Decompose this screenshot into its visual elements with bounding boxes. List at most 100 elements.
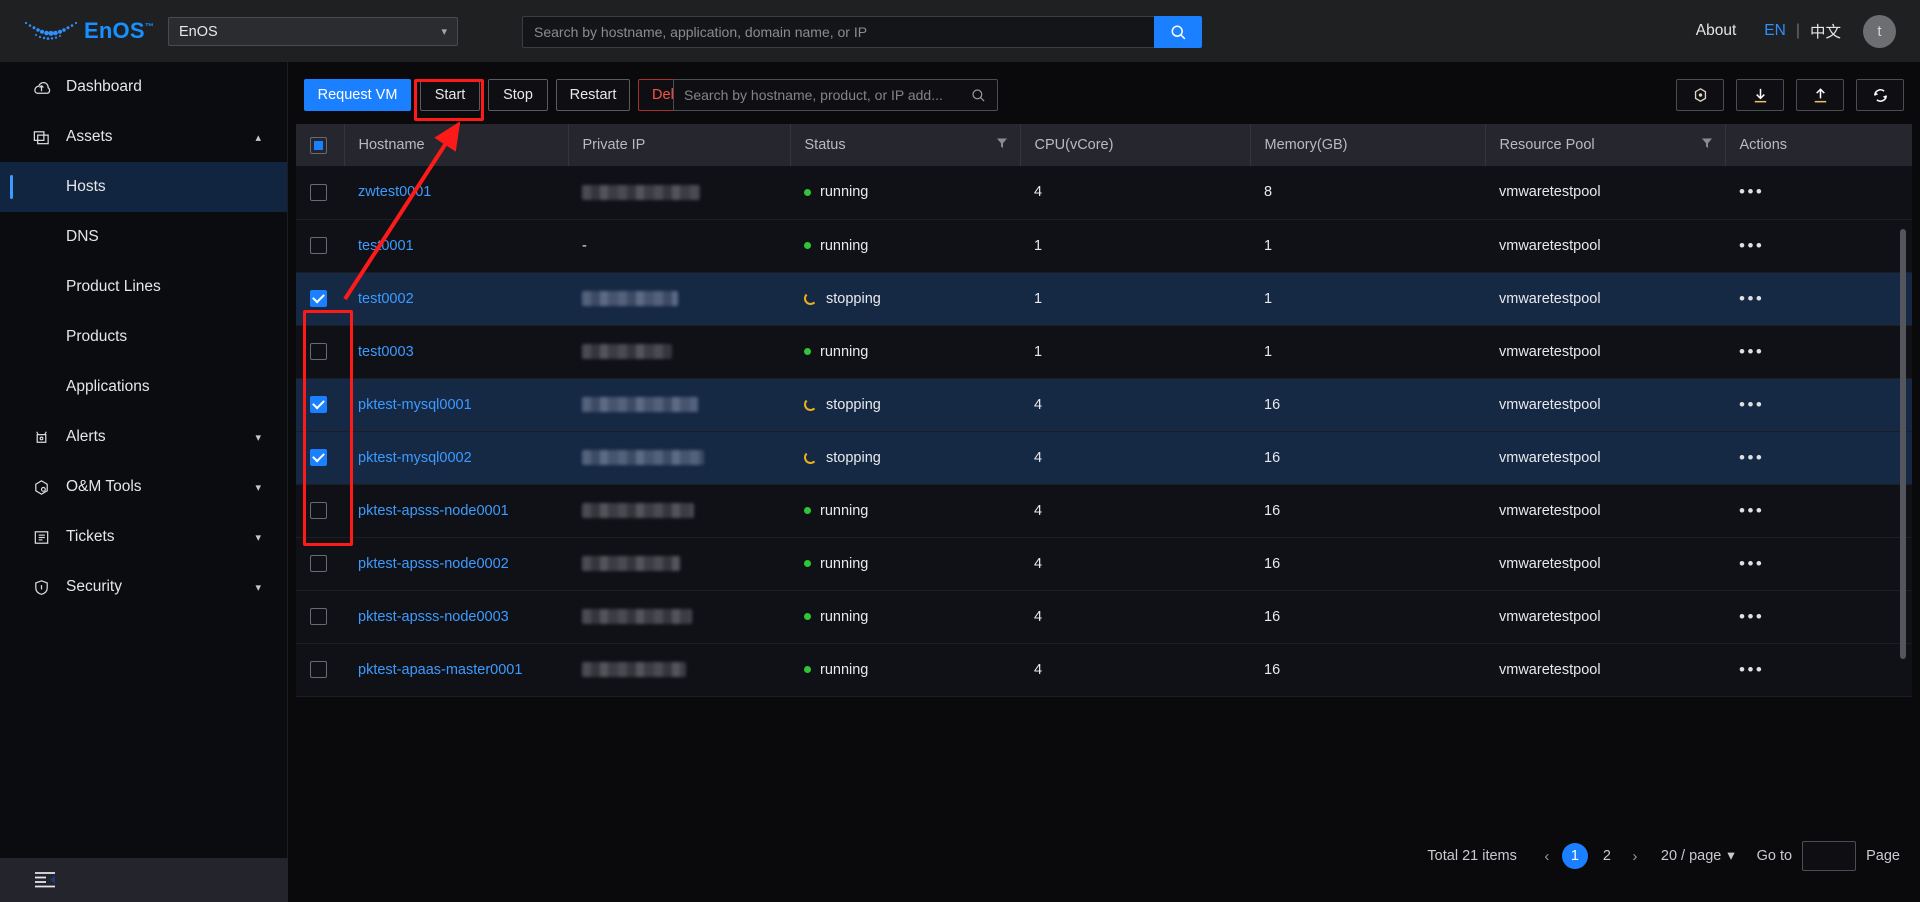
sidebar-item-products[interactable]: Products — [0, 312, 287, 362]
column-header-cpu[interactable]: CPU(vCore) — [1020, 124, 1251, 166]
hostname-link[interactable]: pktest-apaas-master0001 — [358, 662, 522, 678]
row-checkbox[interactable] — [310, 290, 327, 307]
table-row[interactable]: pktest-apaas-master0001 running 4 16 vmwaret… — [296, 643, 1912, 697]
cell-status: running — [790, 590, 1020, 644]
cell-memory-value: 16 — [1264, 396, 1281, 413]
status-badge: stopping — [804, 397, 1006, 413]
row-checkbox[interactable] — [310, 449, 327, 466]
refresh-button[interactable] — [1856, 79, 1904, 111]
row-actions-menu-button[interactable]: ••• — [1739, 660, 1764, 679]
column-header-memory[interactable]: Memory(GB) — [1250, 124, 1486, 166]
start-button[interactable]: Start — [420, 79, 480, 111]
hostname-link[interactable]: pktest-apsss-node0001 — [358, 503, 509, 519]
stop-button[interactable]: Stop — [488, 79, 548, 111]
row-actions-menu-button[interactable]: ••• — [1739, 236, 1764, 255]
row-actions-menu-button[interactable]: ••• — [1739, 607, 1764, 626]
cell-resource-pool: vmwaretestpool — [1485, 272, 1725, 326]
table-search-input[interactable] — [674, 87, 971, 103]
column-header-resource-pool[interactable]: Resource Pool — [1485, 124, 1726, 166]
table-row[interactable]: pktest-apsss-node0003 running 4 16 vmwaretes… — [296, 590, 1912, 644]
row-actions-menu-button[interactable]: ••• — [1739, 501, 1764, 520]
sidebar-item-alerts[interactable]: Alerts ▾ — [0, 412, 287, 462]
row-checkbox[interactable] — [310, 661, 327, 678]
sidebar-item-label: Dashboard — [66, 78, 142, 95]
request-vm-button[interactable]: Request VM — [304, 79, 411, 111]
row-actions-menu-button[interactable]: ••• — [1739, 395, 1764, 414]
table-row[interactable]: zwtest0001 running 4 8 vmwaretestpool ••• — [296, 166, 1912, 220]
prev-page-button[interactable]: ‹ — [1535, 848, 1559, 865]
status-running-icon — [804, 242, 811, 249]
column-header-private-ip[interactable]: Private IP — [568, 124, 791, 166]
row-actions-menu-button[interactable]: ••• — [1739, 448, 1764, 467]
row-actions-menu-button[interactable]: ••• — [1739, 182, 1764, 201]
lang-zh-button[interactable]: 中文 — [1810, 20, 1841, 42]
upload-button[interactable] — [1796, 79, 1844, 111]
cell-private-ip — [568, 537, 790, 591]
cell-resource-pool-value: vmwaretestpool — [1499, 237, 1601, 254]
sidebar-item-dashboard[interactable]: Dashboard — [0, 62, 287, 112]
goto-page-input[interactable] — [1802, 841, 1857, 871]
avatar[interactable]: t — [1863, 14, 1896, 48]
hostname-link[interactable]: test0002 — [358, 291, 414, 307]
sidebar-item-dns[interactable]: DNS — [0, 212, 287, 262]
brand-trademark: ™ — [144, 21, 154, 32]
cell-hostname: test0002 — [344, 272, 568, 326]
hostname-link[interactable]: pktest-mysql0002 — [358, 450, 472, 466]
search-icon[interactable] — [971, 88, 997, 103]
lang-en-button[interactable]: EN — [1764, 22, 1786, 40]
tenant-select[interactable]: EnOS ▾ — [168, 17, 458, 46]
row-checkbox[interactable] — [310, 183, 327, 201]
row-checkbox[interactable] — [310, 343, 327, 360]
page-size-select[interactable]: 20 / page ▾ — [1661, 848, 1735, 864]
hostname-link[interactable]: pktest-mysql0001 — [358, 397, 472, 413]
row-checkbox[interactable] — [310, 502, 327, 519]
global-search-input[interactable] — [522, 16, 1154, 48]
table-row[interactable]: pktest-apsss-node0002 running 4 16 vmwaretes… — [296, 537, 1912, 591]
sidebar-item-security[interactable]: Security ▾ — [0, 562, 287, 612]
sidebar-item-applications[interactable]: Applications — [0, 362, 287, 412]
hostname-link[interactable]: test0003 — [358, 344, 414, 360]
page-button-1[interactable]: 1 — [1561, 843, 1588, 869]
table-row[interactable]: pktest-apsss-node0001 running 4 16 vmwaretes… — [296, 484, 1912, 538]
sidebar-item-om-tools[interactable]: O&M Tools ▾ — [0, 462, 287, 512]
brand-logo[interactable]: EnOS™ — [22, 18, 172, 44]
table-row[interactable]: test0003 running 1 1 vmwaretestpool ••• — [296, 325, 1912, 379]
download-button[interactable] — [1736, 79, 1784, 111]
next-page-button[interactable]: › — [1623, 848, 1647, 865]
sidebar-collapse-button[interactable] — [0, 858, 288, 902]
row-actions-menu-button[interactable]: ••• — [1739, 289, 1764, 308]
sidebar-item-hosts[interactable]: Hosts — [0, 162, 287, 212]
select-all-checkbox[interactable] — [310, 136, 327, 154]
row-actions-menu-button[interactable]: ••• — [1739, 342, 1764, 361]
page-button-2[interactable]: 2 — [1594, 843, 1620, 869]
table-row[interactable]: test0001 - running 1 1 vmwaretestpool ••• — [296, 219, 1912, 273]
row-checkbox[interactable] — [310, 608, 327, 625]
cell-actions: ••• — [1725, 590, 1912, 644]
hostname-link[interactable]: zwtest0001 — [358, 184, 431, 200]
hostname-link[interactable]: pktest-apsss-node0002 — [358, 556, 509, 572]
global-search-button[interactable] — [1154, 16, 1202, 48]
table-row[interactable]: pktest-mysql0002 stopping 4 16 vmwaretestpoo… — [296, 431, 1912, 485]
row-checkbox[interactable] — [310, 396, 327, 413]
column-header-hostname[interactable]: Hostname — [344, 124, 569, 166]
restart-button[interactable]: Restart — [556, 79, 630, 111]
row-actions-menu-button[interactable]: ••• — [1739, 554, 1764, 573]
sidebar-item-assets[interactable]: Assets ▴ — [0, 112, 287, 162]
hostname-link[interactable]: pktest-apsss-node0003 — [358, 609, 509, 625]
row-checkbox[interactable] — [310, 237, 327, 254]
table-row[interactable]: test0002 stopping 1 1 vmwaretestpool ••• — [296, 272, 1912, 326]
filter-icon[interactable] — [996, 137, 1008, 153]
table-vertical-scrollbar[interactable] — [1900, 229, 1906, 659]
table-row[interactable]: pktest-mysql0001 stopping 4 16 vmwaretestpoo… — [296, 378, 1912, 432]
sidebar-item-product-lines[interactable]: Product Lines — [0, 262, 287, 312]
settings-button[interactable] — [1676, 79, 1724, 111]
cell-resource-pool-value: vmwaretestpool — [1499, 502, 1601, 519]
filter-icon[interactable] — [1701, 137, 1713, 153]
collapse-sidebar-icon — [35, 872, 55, 888]
hostname-link[interactable]: test0001 — [358, 238, 414, 254]
cell-resource-pool-value: vmwaretestpool — [1499, 343, 1601, 360]
column-header-status[interactable]: Status — [790, 124, 1021, 166]
row-checkbox[interactable] — [310, 555, 327, 572]
about-link[interactable]: About — [1696, 22, 1737, 40]
sidebar-item-tickets[interactable]: Tickets ▾ — [0, 512, 287, 562]
